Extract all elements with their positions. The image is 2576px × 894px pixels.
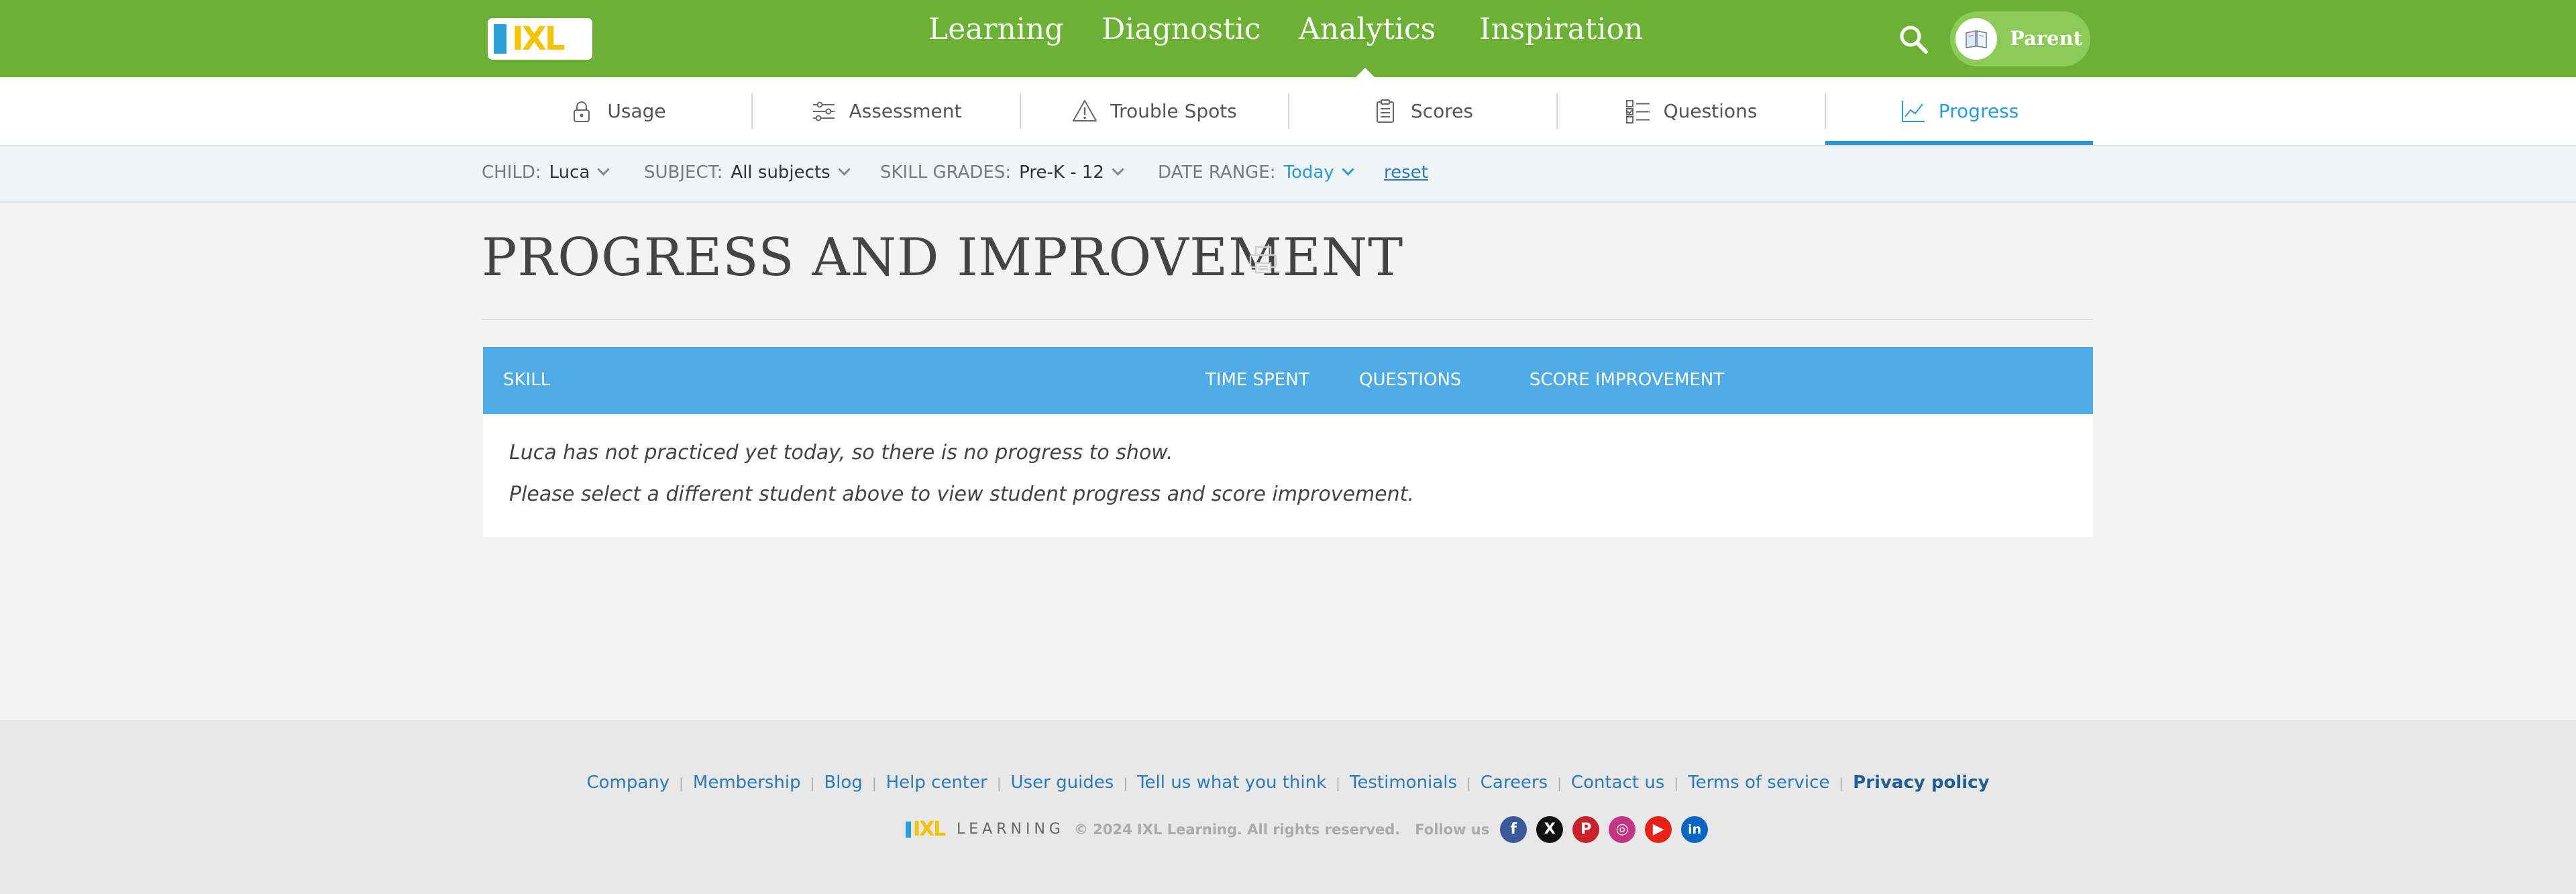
footer-ixl-logo: IXL: [906, 817, 949, 841]
footer-link-user-guides[interactable]: User guides: [1011, 773, 1114, 793]
child-filter[interactable]: CHILD: Luca: [482, 162, 610, 183]
warning-icon: [1073, 99, 1097, 121]
tab-progress[interactable]: Progress: [1825, 77, 2093, 145]
lock-icon: [574, 101, 590, 122]
linkedin-icon[interactable]: in: [1681, 816, 1709, 843]
tab-assessment[interactable]: Assessment: [752, 77, 1020, 145]
column-header-skill: SKILL: [503, 370, 551, 390]
top-navigation-bar: IXL Learning Diagnostic Analytics Inspir…: [0, 0, 2576, 77]
clipboard-icon: [1376, 99, 1394, 123]
tab-usage[interactable]: Usage: [483, 77, 751, 145]
subject-filter-value: All subjects: [731, 162, 830, 183]
progress-table-header: SKILL TIME SPENT QUESTIONS SCORE IMPROVE…: [483, 347, 2093, 414]
footer-separator: |: [810, 775, 815, 791]
footer-link-company[interactable]: Company: [586, 773, 669, 793]
printer-icon: [1249, 246, 1277, 274]
footer-separator: |: [871, 775, 877, 791]
footer-link-help-center[interactable]: Help center: [886, 773, 987, 793]
search-icon: [1900, 26, 1928, 54]
footer-link-feedback[interactable]: Tell us what you think: [1137, 773, 1326, 793]
ixl-logo[interactable]: IXL: [488, 18, 592, 60]
subject-filter-label: SUBJECT:: [644, 162, 723, 183]
line-chart-icon: [1901, 100, 1925, 122]
pinterest-icon[interactable]: P: [1572, 816, 1600, 843]
skill-grades-filter[interactable]: SKILL GRADES: Pre-K - 12: [880, 162, 1124, 183]
skill-grades-filter-label: SKILL GRADES:: [880, 162, 1012, 183]
chevron-down-icon: [837, 163, 851, 176]
nav-learning[interactable]: Learning: [928, 15, 1063, 44]
tab-assessment-label: Assessment: [849, 99, 962, 122]
column-header-questions: QUESTIONS: [1359, 370, 1462, 390]
child-filter-value: Luca: [549, 162, 590, 183]
reset-filters-link[interactable]: reset: [1384, 164, 1428, 181]
facebook-icon[interactable]: f: [1500, 816, 1527, 843]
footer-separator: |: [1674, 775, 1679, 791]
chevron-down-icon: [597, 163, 610, 176]
footer-separator: |: [1557, 775, 1562, 791]
footer-logo-text: IXL: [913, 817, 946, 841]
footer-link-membership[interactable]: Membership: [693, 773, 801, 793]
active-nav-indicator: [1356, 68, 1375, 77]
tab-progress-label: Progress: [1938, 99, 2019, 122]
title-divider: [482, 319, 2093, 320]
parent-account-button[interactable]: Parent: [1950, 11, 2090, 66]
footer-separator: |: [1336, 775, 1340, 791]
footer-link-careers[interactable]: Careers: [1481, 773, 1548, 793]
date-range-filter[interactable]: DATE RANGE: Today: [1158, 162, 1354, 183]
footer-separator: |: [996, 775, 1002, 791]
footer-link-terms[interactable]: Terms of service: [1688, 773, 1829, 793]
footer-separator: |: [1123, 775, 1128, 791]
search-button[interactable]: [1898, 23, 1930, 56]
child-filter-label: CHILD:: [482, 162, 541, 183]
youtube-icon[interactable]: ▶: [1645, 816, 1672, 843]
empty-state-hint: Please select a different student above …: [509, 483, 1414, 506]
tab-questions-label: Questions: [1663, 99, 1758, 122]
x-icon[interactable]: X: [1536, 816, 1564, 843]
tab-questions[interactable]: Questions: [1557, 77, 1825, 145]
date-range-filter-value: Today: [1283, 162, 1334, 183]
date-range-filter-label: DATE RANGE:: [1158, 162, 1276, 183]
skill-grades-filter-value: Pre-K - 12: [1019, 162, 1104, 183]
footer-link-testimonials[interactable]: Testimonials: [1350, 773, 1457, 793]
book-avatar-icon: [1966, 30, 1987, 48]
tab-scores[interactable]: Scores: [1289, 77, 1556, 145]
follow-us-label: Follow us: [1415, 821, 1490, 838]
logo-mark: [494, 24, 506, 54]
footer-separator: |: [1466, 775, 1471, 791]
print-button[interactable]: [1246, 243, 1280, 277]
tab-scores-label: Scores: [1410, 99, 1473, 122]
tab-trouble-spots-label: Trouble Spots: [1110, 99, 1237, 122]
analytics-subnav: Usage Assessment Trouble Spots Scores Qu…: [0, 77, 2576, 146]
nav-diagnostic[interactable]: Diagnostic: [1102, 15, 1261, 44]
footer-link-contact-us[interactable]: Contact us: [1571, 773, 1664, 793]
column-header-score-improvement: SCORE IMPROVEMENT: [1529, 370, 1725, 390]
chevron-down-icon: [1112, 163, 1124, 176]
checklist-icon: [1625, 99, 1650, 123]
avatar: [1955, 18, 1997, 60]
parent-label: Parent: [2010, 27, 2083, 50]
filter-bar: CHILD: Luca SUBJECT: All subjects SKILL GR…: [0, 146, 2576, 203]
column-header-time-spent: TIME SPENT: [1205, 370, 1309, 390]
footer-learning-wordmark: LEARNING: [957, 821, 1065, 838]
footer-bottom-bar: IXL LEARNING © 2024 IXL Learning. All ri…: [906, 815, 1717, 844]
empty-state-message: Luca has not practiced yet today, so the…: [509, 441, 1173, 464]
progress-table-body: Luca has not practiced yet today, so the…: [483, 414, 2093, 537]
footer: Company | Membership | Blog | Help center | User…: [0, 720, 2576, 894]
copyright-text: © 2024 IXL Learning. All rights reserved…: [1073, 821, 1401, 838]
footer-separator: |: [679, 775, 684, 791]
logo-text: IXL: [512, 20, 565, 58]
nav-analytics[interactable]: Analytics: [1299, 15, 1436, 44]
instagram-icon[interactable]: ◎: [1609, 816, 1636, 843]
footer-link-blog[interactable]: Blog: [824, 773, 862, 793]
tab-trouble-spots[interactable]: Trouble Spots: [1020, 77, 1288, 145]
footer-link-privacy-policy[interactable]: Privacy policy: [1853, 773, 1989, 793]
logo-mark: [906, 822, 911, 838]
nav-inspiration[interactable]: Inspiration: [1479, 15, 1643, 44]
footer-links: Company | Membership | Blog | Help center | User…: [0, 774, 2576, 791]
chevron-down-icon: [1342, 163, 1354, 176]
footer-separator: |: [1839, 775, 1844, 791]
subject-filter[interactable]: SUBJECT: All subjects: [644, 162, 851, 183]
tab-usage-label: Usage: [607, 99, 666, 122]
sliders-icon: [812, 101, 835, 121]
